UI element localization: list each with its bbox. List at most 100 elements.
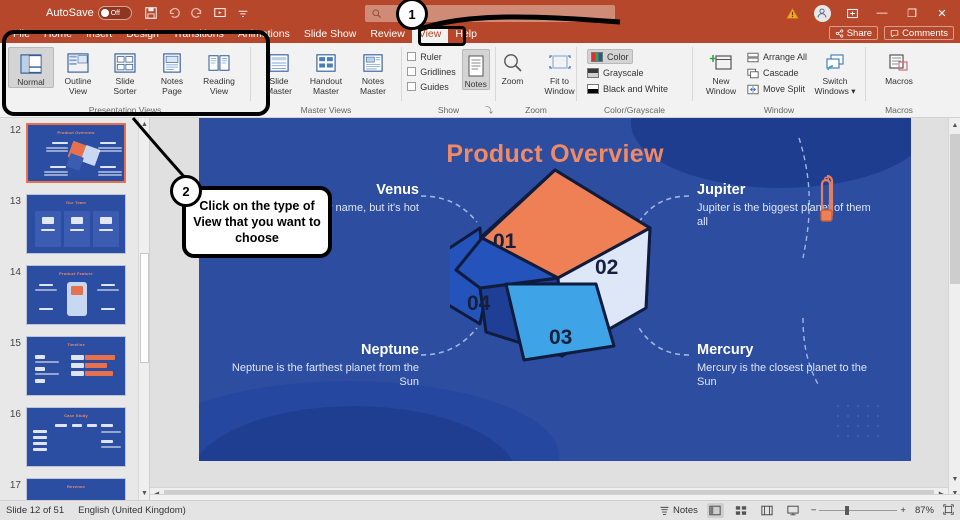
thumbnail-item-17[interactable]: 17 Revenue xyxy=(0,473,149,500)
reading-view-button[interactable]: Reading View xyxy=(196,47,242,96)
scrollbar-thumb[interactable] xyxy=(140,253,149,363)
thumb-shape xyxy=(99,229,113,231)
slide-sorter-button[interactable] xyxy=(733,503,750,518)
tab-insert[interactable]: Insert xyxy=(79,26,119,43)
thumb-shape xyxy=(71,217,83,224)
thumb-shape xyxy=(98,150,122,152)
arrange-all-button[interactable]: Arrange All xyxy=(747,49,807,65)
thumbnail-item-13[interactable]: 13 Our Team xyxy=(0,189,149,260)
tab-animations[interactable]: Animations xyxy=(231,26,297,43)
annotation-badge-2: 2 xyxy=(170,175,202,207)
restore-button[interactable]: ❐ xyxy=(898,1,926,25)
black-and-white-option[interactable]: Black and White xyxy=(587,81,668,96)
zoom-level-label[interactable]: 87% xyxy=(915,505,934,516)
slide-counter[interactable]: Slide 12 of 51 xyxy=(6,505,64,516)
thumbnail-preview[interactable]: Product Feature xyxy=(26,265,126,325)
thumbnail-preview[interactable]: Case Study xyxy=(26,407,126,467)
normal-view-button[interactable]: Normal xyxy=(8,47,54,88)
thumbnail-item-12[interactable]: 12 Product Overview xyxy=(0,118,149,189)
current-slide[interactable]: Product Overview 01 02 03 04 Venus name,… xyxy=(199,118,911,461)
thumbnail-preview[interactable]: Timeline xyxy=(26,336,126,396)
gridlines-checkbox[interactable]: Gridlines xyxy=(407,64,456,79)
thumb-shape xyxy=(101,431,121,433)
notes-toggle-status[interactable]: Notes xyxy=(659,505,698,516)
outline-view-button[interactable]: Outline View xyxy=(55,47,101,96)
zoom-track[interactable] xyxy=(819,506,898,515)
scroll-down-arrow[interactable]: ▼ xyxy=(949,472,960,486)
zoom-in-button[interactable]: + xyxy=(900,505,906,516)
account-avatar[interactable] xyxy=(808,1,836,25)
cascade-button[interactable]: Cascade xyxy=(747,65,807,81)
handout-master-button[interactable]: Handout Master xyxy=(303,47,349,96)
switch-windows-button[interactable]: Switch Windows ▾ xyxy=(810,47,860,96)
tab-transitions[interactable]: Transitions xyxy=(166,26,231,43)
thumb-shape xyxy=(35,373,59,375)
guides-checkbox[interactable]: Guides xyxy=(407,79,456,94)
grayscale-option[interactable]: Grayscale xyxy=(587,65,644,80)
zoom-slider[interactable]: − + xyxy=(811,505,906,516)
zoom-button[interactable]: Zoom xyxy=(490,47,536,86)
ribbon-display-options-icon[interactable] xyxy=(838,1,866,25)
planet-label-mercury[interactable]: Mercury Mercury is the closest planet to… xyxy=(697,342,887,389)
tab-file[interactable]: File xyxy=(6,26,37,43)
color-option[interactable]: Color xyxy=(587,49,633,64)
stage-vertical-scrollbar[interactable]: ▲ ▼ ▼ xyxy=(948,118,960,500)
customize-qat-icon[interactable] xyxy=(236,6,250,20)
warning-icon[interactable] xyxy=(778,1,806,25)
thumbnail-item-16[interactable]: 16 Case Study xyxy=(0,402,149,473)
language-indicator[interactable]: English (United Kingdom) xyxy=(78,505,186,516)
zoom-knob[interactable] xyxy=(845,506,850,515)
normal-view-button[interactable] xyxy=(706,503,724,518)
new-window-button[interactable]: New Window xyxy=(698,47,744,96)
move-split-icon xyxy=(747,84,759,94)
scroll-up-arrow[interactable]: ▲ xyxy=(139,118,149,131)
thumbnail-item-14[interactable]: 14 Product Feature xyxy=(0,260,149,331)
thumbnail-preview[interactable]: Our Team xyxy=(26,194,126,254)
tab-design[interactable]: Design xyxy=(119,26,166,43)
reading-view-button[interactable] xyxy=(759,503,776,518)
comments-button[interactable]: Comments xyxy=(884,26,954,40)
thumbnail-preview[interactable]: Revenue xyxy=(26,478,126,500)
notes-page-label-2: Page xyxy=(162,86,182,96)
scroll-up-arrow[interactable]: ▲ xyxy=(949,118,960,132)
fit-to-window-button[interactable]: Fit to Window xyxy=(537,47,583,96)
tab-slide-show[interactable]: Slide Show xyxy=(297,26,364,43)
start-presentation-icon[interactable] xyxy=(213,6,227,20)
thumbnail-preview[interactable]: Product Overview xyxy=(26,123,126,183)
show-dialog-launcher[interactable]: ⤵ xyxy=(485,105,493,116)
share-button[interactable]: Share xyxy=(828,26,879,40)
planet-label-jupiter[interactable]: Jupiter Jupiter is the biggest planet of… xyxy=(697,182,877,229)
scroll-down-arrow[interactable]: ▼ xyxy=(139,487,149,500)
autosave-toggle[interactable]: Off xyxy=(97,6,132,20)
slideshow-button[interactable] xyxy=(785,503,802,518)
tab-help[interactable]: Help xyxy=(448,26,484,43)
slide-thumbnail-pane[interactable]: 12 Product Overview 13 Our Team 14 Produ… xyxy=(0,118,150,500)
notes-toggle-button[interactable]: Notes xyxy=(461,49,490,90)
minimize-button[interactable]: — xyxy=(868,1,896,25)
ruler-checkbox[interactable]: Ruler xyxy=(407,49,456,64)
planet-label-neptune[interactable]: Neptune Neptune is the farthest planet f… xyxy=(229,342,419,389)
slide-sorter-button[interactable]: Slide Sorter xyxy=(102,47,148,96)
thumb-shape xyxy=(100,217,112,224)
tab-home[interactable]: Home xyxy=(37,26,79,43)
thumbnail-item-15[interactable]: 15 Timeline xyxy=(0,331,149,402)
thumbnail-title: Timeline xyxy=(67,342,85,347)
fit-to-window-label-1: Fit to xyxy=(550,76,569,86)
fit-slide-to-window-button[interactable] xyxy=(943,503,954,518)
zoom-out-button[interactable]: − xyxy=(811,505,817,516)
thumbnail-scrollbar[interactable]: ▲ ▼ xyxy=(138,118,149,500)
undo-icon[interactable] xyxy=(167,6,181,20)
redo-icon[interactable] xyxy=(190,6,204,20)
macros-button[interactable]: Macros xyxy=(873,47,925,86)
outline-view-label-1: Outline xyxy=(64,76,92,86)
notes-master-button[interactable]: Notes Master xyxy=(350,47,396,96)
autosave-control[interactable]: AutoSave Off xyxy=(46,6,132,20)
close-button[interactable]: ✕ xyxy=(928,1,956,25)
move-split-button[interactable]: Move Split xyxy=(747,81,807,97)
slide-master-button[interactable]: Slide Master xyxy=(256,47,302,96)
thumb-shape xyxy=(35,361,59,363)
slide-editing-stage[interactable]: Product Overview 01 02 03 04 Venus name,… xyxy=(150,118,960,500)
notes-page-button[interactable]: Notes Page xyxy=(149,47,195,96)
save-icon[interactable] xyxy=(144,6,158,20)
scrollbar-thumb[interactable] xyxy=(950,134,960,284)
